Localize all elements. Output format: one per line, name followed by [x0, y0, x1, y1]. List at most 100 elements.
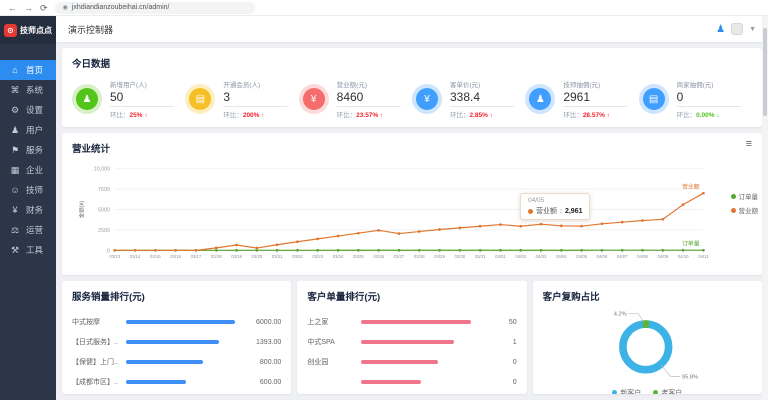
- tech-commission-icon: ♟: [529, 88, 551, 110]
- pie-legend-item-老客户[interactable]: 老客户: [653, 388, 682, 394]
- svg-text:03/27: 03/27: [394, 254, 405, 259]
- stat-label: 客单价(元): [450, 79, 514, 89]
- series-营业额: 营业额: [113, 182, 704, 251]
- avatar[interactable]: [731, 23, 743, 35]
- svg-text:95.8%: 95.8%: [682, 374, 698, 380]
- svg-text:04/09: 04/09: [657, 254, 668, 259]
- svg-text:03/29: 03/29: [434, 254, 445, 259]
- pie-legend-item-新客户[interactable]: 新客户: [612, 388, 641, 394]
- stat-label: 商家抽佣(元): [677, 79, 741, 89]
- rank-bar: [361, 380, 421, 384]
- back-icon[interactable]: ←: [8, 0, 17, 16]
- rank-row: 上之家50: [307, 312, 516, 332]
- rank-track: [361, 340, 470, 344]
- stat-trend: 环比：2.85% ↑: [450, 109, 514, 119]
- svg-text:03/15: 03/15: [150, 254, 161, 259]
- svg-text:营业额: 营业额: [682, 182, 700, 190]
- rank-track: [361, 320, 470, 324]
- sidebar-item-operations[interactable]: ⚖ 运营: [0, 220, 56, 240]
- legend-item-订单量[interactable]: 订单量: [731, 191, 759, 201]
- home-icon: ⌂: [10, 65, 20, 75]
- today-stats-card: 今日数据 ♟ 新增用户(人)50环比：25% ↑ ▤开通会员(人)3环比：200% …: [62, 48, 762, 127]
- sidebar-item-system[interactable]: ⌘系统: [0, 80, 56, 100]
- repurchase-pie-title: 客户复购占比: [543, 289, 752, 303]
- sidebar-item-enterprise[interactable]: ▦ 企业: [0, 160, 56, 180]
- user-icon[interactable]: ♟: [716, 24, 725, 35]
- rank-bar: [361, 340, 454, 344]
- sidebar-item-finance[interactable]: ¥财务: [0, 200, 56, 220]
- stat-value: 2961: [563, 89, 627, 107]
- reload-icon[interactable]: ⟳: [40, 0, 48, 16]
- svg-text:03/31: 03/31: [475, 254, 486, 259]
- stat-label: 技师抽佣(元): [563, 79, 627, 89]
- scrollbar-thumb[interactable]: [763, 28, 767, 116]
- svg-text:04/04: 04/04: [556, 254, 567, 259]
- stat-value: 3: [223, 89, 287, 107]
- sidebar-item-home[interactable]: ⌂首页: [0, 60, 56, 80]
- page-scrollbar[interactable]: [762, 16, 768, 400]
- rank-value: 600.00: [241, 379, 281, 386]
- sidebar-item-users[interactable]: ♟用户: [0, 120, 56, 140]
- rank-value: 6000.00: [241, 319, 281, 326]
- sidebar-item-services[interactable]: ⚑ 服务: [0, 140, 56, 160]
- svg-text:04/02: 04/02: [515, 254, 526, 259]
- stat-text: 新增用户(人)50环比：25% ↑: [110, 79, 174, 119]
- legend-label: 老客户: [661, 388, 682, 394]
- rank-value: 0: [477, 379, 517, 386]
- rank-bar: [126, 320, 235, 324]
- svg-text:03/28: 03/28: [414, 254, 425, 259]
- chart-legend: 订单量营业额: [731, 191, 759, 215]
- sidebar-item-label: 运营: [26, 224, 43, 236]
- svg-text:7500: 7500: [98, 187, 110, 193]
- sidebar-item-label: 企业: [26, 164, 43, 176]
- line-chart-svg: 025005000750010,000金额(¥)03/1303/1403/150…: [72, 159, 752, 281]
- rank-label: 【成都市区】..: [72, 377, 120, 387]
- tooltip-series-dot: [528, 209, 533, 214]
- rank-value: 800.00: [241, 359, 281, 366]
- stat-value: 338.4: [450, 89, 514, 107]
- sidebar: ⊙ 技师点点 ⌂首页⌘系统⚙设置♟用户 ⚑ 服务 ▦ 企业 ☺技师¥财务 ⚖ 运营 ⚒工具: [0, 16, 56, 400]
- services-icon: ⚑: [10, 145, 20, 156]
- stat-revenue: ¥ 营业额(元)8460环比：23.57% ↑: [299, 79, 412, 119]
- operations-icon: ⚖: [10, 225, 20, 236]
- svg-text:03/24: 03/24: [333, 254, 344, 259]
- settings-icon: ⚙: [10, 105, 20, 116]
- legend-item-营业额[interactable]: 营业额: [731, 205, 759, 215]
- stat-label: 营业额(元): [337, 79, 401, 89]
- address-bar[interactable]: ◉ jxhdiandianzoubeihai.cn/admin/: [55, 2, 255, 14]
- finance-icon: ¥: [10, 205, 20, 215]
- rank-row: 0: [307, 372, 516, 392]
- stat-trend: 环比：28.57% ↑: [563, 109, 627, 119]
- logo-text: 技师点点: [20, 25, 52, 36]
- chart-menu-icon[interactable]: ≡: [746, 139, 752, 150]
- stat-text: 营业额(元)8460环比：23.57% ↑: [337, 79, 401, 119]
- rank-row: 【日式服务】..1393.00: [72, 332, 281, 352]
- stat-trend-value: 28.57% ↑: [583, 112, 610, 119]
- today-stats-title: 今日数据: [72, 56, 752, 70]
- svg-text:04/05: 04/05: [576, 254, 587, 259]
- service-rank-card: 服务销量排行(元) 中式按摩6000.00【日式服务】..1393.00【保健】…: [62, 281, 291, 394]
- sidebar-item-settings[interactable]: ⚙设置: [0, 100, 56, 120]
- rank-track: [126, 360, 235, 364]
- legend-label: 新客户: [620, 388, 641, 394]
- chevron-down-icon[interactable]: ▼: [749, 26, 756, 33]
- merchant-commission-icon: ▤: [643, 88, 665, 110]
- browser-chrome: ← → ⟳ ◉ jxhdiandianzoubeihai.cn/admin/: [0, 0, 768, 16]
- avg-order-price-icon: ¥: [416, 88, 438, 110]
- enterprise-icon: ▦: [10, 165, 20, 176]
- sidebar-item-technician[interactable]: ☺技师: [0, 180, 56, 200]
- sidebar-item-label: 服务: [26, 144, 43, 156]
- svg-text:03/19: 03/19: [231, 254, 242, 259]
- stat-new-members: ▤开通会员(人)3环比：200% ↑: [185, 79, 298, 119]
- pie-legend: 新客户 老客户: [543, 388, 752, 394]
- site-info-icon[interactable]: ◉: [63, 4, 68, 11]
- stat-trend: 环比：23.57% ↑: [337, 109, 401, 119]
- stat-icon-halo: ¥: [412, 84, 442, 114]
- stat-icon-halo: ¥: [299, 84, 329, 114]
- rank-value: 0: [477, 359, 517, 366]
- rank-value: 1: [477, 339, 517, 346]
- logo-icon: ⊙: [4, 24, 17, 37]
- donut-chart: 4.2%95.8%: [543, 305, 752, 387]
- forward-icon[interactable]: →: [24, 0, 33, 16]
- sidebar-item-tools[interactable]: ⚒工具: [0, 240, 56, 260]
